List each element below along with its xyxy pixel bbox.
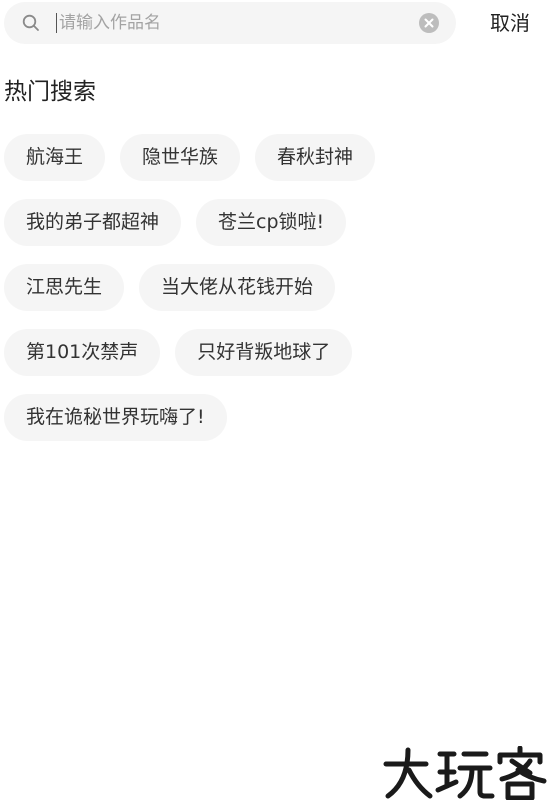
hot-search-tag[interactable]: 我在诡秘世界玩嗨了!	[4, 394, 227, 441]
hot-search-tag[interactable]: 我的弟子都超神	[4, 199, 182, 246]
clear-icon[interactable]	[419, 13, 439, 33]
hot-search-tag[interactable]: 隐世华族	[120, 134, 241, 181]
hot-search-tag[interactable]: 航海王	[4, 134, 106, 181]
search-icon	[22, 14, 40, 32]
watermark-logo	[382, 745, 548, 801]
tag-row: 第101次禁声 只好背叛地球了	[4, 329, 544, 376]
text-cursor	[56, 13, 57, 33]
tag-row: 江思先生 当大佬从花钱开始	[4, 264, 544, 311]
search-input[interactable]	[59, 2, 409, 44]
search-bar[interactable]	[4, 2, 456, 44]
tag-row: 航海王 隐世华族 春秋封神	[4, 134, 544, 181]
hot-search-tag[interactable]: 苍兰cp锁啦!	[196, 199, 347, 246]
hot-search-title: 热门搜索	[4, 79, 96, 105]
cancel-button[interactable]: 取消	[490, 10, 530, 36]
hot-search-tag[interactable]: 春秋封神	[255, 134, 376, 181]
hot-search-tag[interactable]: 只好背叛地球了	[175, 329, 353, 376]
tag-row: 我在诡秘世界玩嗨了!	[4, 394, 544, 441]
hot-search-tag[interactable]: 当大佬从花钱开始	[139, 264, 336, 311]
tag-row: 我的弟子都超神 苍兰cp锁啦!	[4, 199, 544, 246]
hot-search-tags: 航海王 隐世华族 春秋封神 我的弟子都超神 苍兰cp锁啦! 江思先生 当大佬从花…	[4, 134, 544, 459]
hot-search-tag[interactable]: 第101次禁声	[4, 329, 161, 376]
hot-search-tag[interactable]: 江思先生	[4, 264, 125, 311]
